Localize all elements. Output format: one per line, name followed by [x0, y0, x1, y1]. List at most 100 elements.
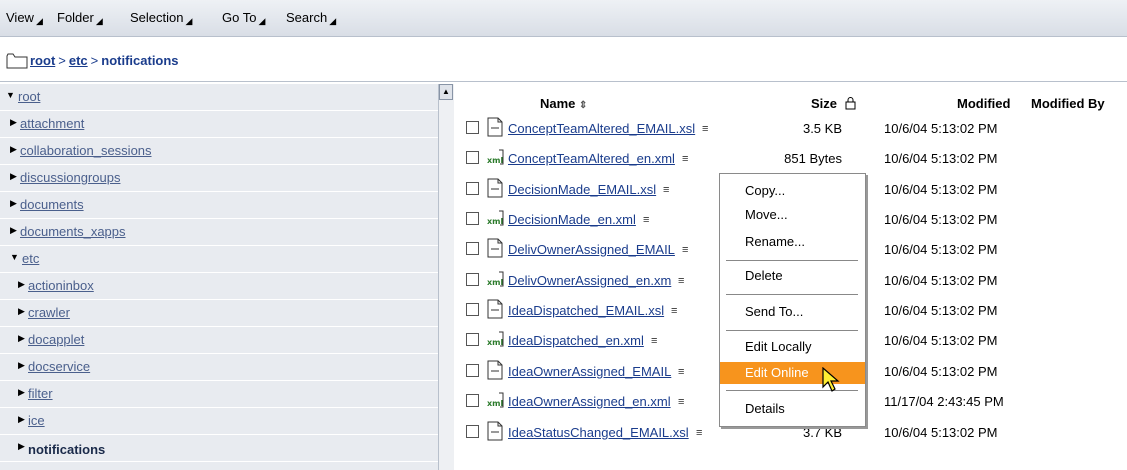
column-header-modified[interactable]: Modified — [957, 96, 1010, 111]
menu-item-delete[interactable]: Delete — [720, 265, 865, 287]
tree-item-label[interactable]: notifications — [28, 442, 105, 457]
tree-item-attachment[interactable]: ▶ attachment — [0, 111, 438, 138]
collapsed-arrow-icon[interactable]: ▶ — [18, 279, 25, 290]
sort-icon[interactable]: ⇕ — [579, 100, 587, 111]
file-name-link[interactable]: DecisionMade_EMAIL.xsl — [508, 182, 656, 197]
menu-search[interactable]: Search ◢ — [286, 10, 336, 27]
row-checkbox[interactable] — [466, 182, 479, 195]
menu-item-details[interactable]: Details — [720, 398, 865, 420]
menu-folder[interactable]: Folder ◢ — [57, 10, 103, 27]
row-menu-icon[interactable]: ≡ — [682, 244, 688, 256]
collapsed-arrow-icon[interactable]: ▶ — [18, 414, 25, 425]
tree-item-label[interactable]: docapplet — [28, 332, 84, 347]
row-menu-icon[interactable]: ≡ — [678, 366, 684, 378]
tree-item-label[interactable]: documents_xapps — [20, 224, 126, 239]
tree-item-crawler[interactable]: ▶ crawler — [0, 300, 438, 327]
tree-item-label[interactable]: documents — [20, 197, 84, 212]
tree-item-label[interactable]: root — [18, 89, 40, 104]
row-menu-icon[interactable]: ≡ — [678, 396, 684, 408]
file-name-link[interactable]: IdeaStatusChanged_EMAIL.xsl — [508, 425, 689, 440]
row-checkbox[interactable] — [466, 394, 479, 407]
table-row[interactable]: xml ConceptTeamAltered_en.xml ≡ 851 Bytes 10… — [456, 144, 1127, 174]
tree-item-label[interactable]: collaboration_sessions — [20, 143, 152, 158]
row-checkbox[interactable] — [466, 151, 479, 164]
breadcrumb-etc-link[interactable]: etc — [69, 53, 88, 68]
row-checkbox[interactable] — [466, 121, 479, 134]
collapsed-arrow-icon[interactable]: ▶ — [18, 360, 25, 371]
tree-item-label[interactable]: ice — [28, 413, 45, 428]
file-name-link[interactable]: ConceptTeamAltered_EMAIL.xsl — [508, 121, 695, 136]
table-row[interactable]: ConceptTeamAltered_EMAIL.xsl ≡ 3.5 KB 10/6/… — [456, 114, 1127, 144]
menu-item-copy[interactable]: Copy... — [720, 180, 865, 202]
expanded-arrow-icon[interactable]: ▼ — [6, 90, 15, 100]
tree-item-label[interactable]: crawler — [28, 305, 70, 320]
tree-item-docservice[interactable]: ▶ docservice — [0, 354, 438, 381]
collapsed-arrow-icon[interactable]: ▶ — [10, 117, 17, 128]
menu-item-edit-locally[interactable]: Edit Locally — [720, 336, 865, 358]
collapsed-arrow-icon[interactable]: ▶ — [18, 387, 25, 398]
row-checkbox[interactable] — [466, 273, 479, 286]
tree-item-etc[interactable]: ▼ etc — [0, 246, 438, 273]
row-checkbox[interactable] — [466, 364, 479, 377]
row-menu-icon[interactable]: ≡ — [671, 305, 677, 317]
tree-item-collaboration-sessions[interactable]: ▶ collaboration_sessions — [0, 138, 438, 165]
tree-item-notifications[interactable]: ▶ notifications — [0, 435, 438, 462]
expanded-arrow-icon[interactable]: ▼ — [10, 252, 19, 262]
menu-selection[interactable]: Selection ◢ — [130, 10, 192, 27]
menu-item-move[interactable]: Move... — [720, 204, 865, 226]
file-name-link[interactable]: IdeaDispatched_EMAIL.xsl — [508, 303, 664, 318]
file-name-link[interactable]: DelivOwnerAssigned_en.xm — [508, 273, 671, 288]
row-menu-icon[interactable]: ≡ — [682, 153, 688, 165]
row-menu-icon[interactable]: ≡ — [663, 184, 669, 196]
tree-item-root[interactable]: ▼ root — [0, 84, 438, 111]
tree-item-documents-xapps[interactable]: ▶ documents_xapps — [0, 219, 438, 246]
tree-scrollbar[interactable]: ▲ — [438, 84, 454, 470]
row-checkbox[interactable] — [466, 333, 479, 346]
tree-item-discussiongroups[interactable]: ▶ discussiongroups — [0, 165, 438, 192]
tree-item-label[interactable]: filter — [28, 386, 53, 401]
file-name-link[interactable]: ConceptTeamAltered_en.xml — [508, 151, 675, 166]
tree-item-label[interactable]: actioninbox — [28, 278, 94, 293]
file-name-link[interactable]: IdeaOwnerAssigned_EMAIL — [508, 364, 671, 379]
tree-item-filter[interactable]: ▶ filter — [0, 381, 438, 408]
menu-goto[interactable]: Go To ◢ — [222, 10, 265, 27]
collapsed-arrow-icon[interactable]: ▶ — [10, 225, 17, 236]
row-checkbox[interactable] — [466, 212, 479, 225]
tree-item-docapplet[interactable]: ▶ docapplet — [0, 327, 438, 354]
collapsed-arrow-icon[interactable]: ▶ — [10, 144, 17, 155]
tree-item-actioninbox[interactable]: ▶ actioninbox — [0, 273, 438, 300]
menu-item-edit-online[interactable]: Edit Online — [720, 362, 865, 384]
file-name-link[interactable]: DelivOwnerAssigned_EMAIL — [508, 242, 675, 257]
menu-item-send-to[interactable]: Send To... — [720, 301, 865, 323]
row-menu-icon[interactable]: ≡ — [643, 214, 649, 226]
row-checkbox[interactable] — [466, 303, 479, 316]
row-checkbox[interactable] — [466, 425, 479, 438]
collapsed-arrow-icon[interactable]: ▶ — [18, 441, 25, 452]
file-name-link[interactable]: DecisionMade_en.xml — [508, 212, 636, 227]
column-header-name[interactable]: Name ⇕ — [540, 96, 587, 111]
menu-view[interactable]: View ◢ — [6, 10, 43, 27]
collapsed-arrow-icon[interactable]: ▶ — [18, 306, 25, 317]
breadcrumb-root-link[interactable]: root — [30, 53, 55, 68]
row-menu-icon[interactable]: ≡ — [696, 427, 702, 439]
collapsed-arrow-icon[interactable]: ▶ — [10, 198, 17, 209]
row-menu-icon[interactable]: ≡ — [678, 275, 684, 287]
scroll-up-icon[interactable]: ▲ — [439, 84, 453, 100]
tree-item-label[interactable]: etc — [22, 251, 39, 266]
tree-item-label[interactable]: docservice — [28, 359, 90, 374]
row-checkbox[interactable] — [466, 242, 479, 255]
collapsed-arrow-icon[interactable]: ▶ — [18, 333, 25, 344]
row-menu-icon[interactable]: ≡ — [702, 123, 708, 135]
folder-tree: ▼ root ▶ attachment ▶ collaboration_session… — [0, 84, 454, 470]
file-name-link[interactable]: IdeaDispatched_en.xml — [508, 333, 644, 348]
menu-item-rename[interactable]: Rename... — [720, 231, 865, 253]
tree-item-documents[interactable]: ▶ documents — [0, 192, 438, 219]
tree-item-label[interactable]: discussiongroups — [20, 170, 120, 185]
column-header-size[interactable]: Size — [811, 96, 856, 111]
file-name-link[interactable]: IdeaOwnerAssigned_en.xml — [508, 394, 671, 409]
column-header-modified-by[interactable]: Modified By — [1031, 96, 1105, 111]
row-menu-icon[interactable]: ≡ — [651, 335, 657, 347]
collapsed-arrow-icon[interactable]: ▶ — [10, 171, 17, 182]
tree-item-label[interactable]: attachment — [20, 116, 84, 131]
tree-item-ice[interactable]: ▶ ice — [0, 408, 438, 435]
